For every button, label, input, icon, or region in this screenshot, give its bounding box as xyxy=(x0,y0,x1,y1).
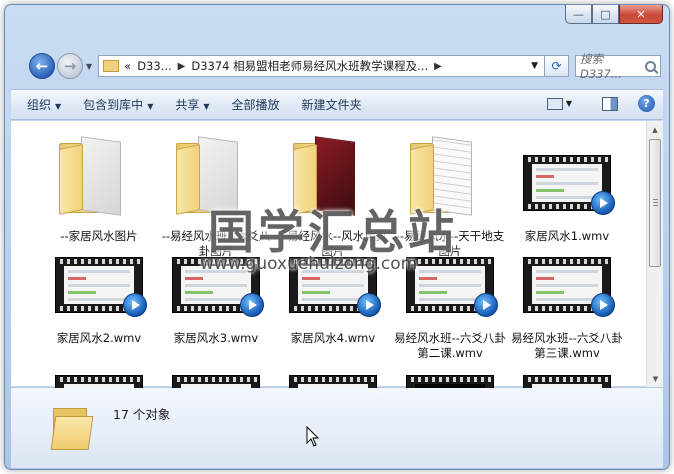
refresh-icon: ⟳ xyxy=(551,59,562,73)
item-label: 家居风水4.wmv xyxy=(290,331,376,345)
media-player-icon xyxy=(240,293,264,317)
search-icon[interactable] xyxy=(645,60,656,72)
close-button[interactable]: ✕ xyxy=(619,5,663,24)
video-file-item[interactable]: 家居风水2.wmv xyxy=(41,231,157,346)
back-arrow-icon: ← xyxy=(35,57,49,75)
watermark-url: www.guoxuehuizong.com xyxy=(200,254,418,274)
share-menu[interactable]: 共享 ▼ xyxy=(175,96,209,113)
scroll-up-button[interactable]: ▲ xyxy=(647,121,663,138)
vertical-scrollbar[interactable]: ▲ ▼ xyxy=(646,121,663,387)
media-player-icon xyxy=(123,293,147,317)
chevron-down-icon[interactable]: ▼ xyxy=(566,99,572,108)
forward-button[interactable]: → xyxy=(57,53,83,79)
organize-menu[interactable]: 组织 ▼ xyxy=(27,96,61,113)
chevron-right-icon[interactable]: ▶ xyxy=(178,61,186,72)
command-toolbar: 组织 ▼ 包含到库中 ▼ 共享 ▼ 全部播放 新建文件夹 ▼ ? xyxy=(11,89,663,120)
recent-pages-dropdown[interactable]: ▼ xyxy=(86,62,92,71)
forward-arrow-icon: → xyxy=(63,57,77,75)
chevron-down-icon: ▼ xyxy=(55,102,62,111)
media-player-icon xyxy=(591,191,615,215)
help-icon[interactable]: ? xyxy=(638,95,655,112)
address-bar[interactable]: « D33... ▶ D3374 相易盟相老师易经风水班教学课程及... ▶ ▼ xyxy=(98,55,545,77)
refresh-button[interactable]: ⟳ xyxy=(545,55,569,77)
item-label: 家居风水3.wmv xyxy=(173,331,259,345)
preview-pane-icon[interactable] xyxy=(602,96,618,111)
scroll-thumb[interactable] xyxy=(649,139,661,267)
search-input[interactable]: 搜索 D337... xyxy=(575,52,661,81)
video-file-item[interactable]: 家居风水1.wmv xyxy=(509,129,625,244)
minimize-button[interactable]: — xyxy=(565,5,592,24)
folder-icon xyxy=(51,129,147,225)
item-count: 17 个对象 xyxy=(113,407,171,422)
details-pane: 17 个对象 xyxy=(11,388,663,468)
media-player-icon xyxy=(357,293,381,317)
play-all-button[interactable]: 全部播放 xyxy=(232,96,280,113)
back-button[interactable]: ← xyxy=(29,53,55,79)
video-file-item[interactable]: 易经风水班--六爻八卦第三课.wmv xyxy=(509,231,625,361)
chevron-down-icon: ▼ xyxy=(147,102,154,111)
view-options-icon[interactable] xyxy=(546,97,563,110)
scroll-down-button[interactable]: ▼ xyxy=(647,370,664,387)
maximize-button[interactable]: □ xyxy=(592,5,619,24)
video-thumbnail xyxy=(51,231,147,327)
include-library-menu[interactable]: 包含到库中 ▼ xyxy=(83,96,153,113)
media-player-icon xyxy=(474,293,498,317)
search-placeholder: 搜索 D337... xyxy=(580,52,622,81)
folder-item[interactable]: --家居风水图片 xyxy=(41,129,157,244)
folder-icon xyxy=(50,404,94,450)
window-controls: — □ ✕ xyxy=(565,5,663,24)
address-overflow[interactable]: « xyxy=(124,59,131,73)
video-thumbnail xyxy=(519,129,615,225)
chevron-down-icon: ▼ xyxy=(203,102,210,111)
video-thumbnail xyxy=(519,231,615,327)
navigation-row: ← → ▼ « D33... ▶ D3374 相易盟相老师易经风水班教学课程及.… xyxy=(29,51,661,81)
breadcrumb-segment[interactable]: D33... xyxy=(137,59,171,73)
folder-icon xyxy=(103,60,120,72)
item-label: 家居风水2.wmv xyxy=(56,331,142,345)
new-folder-button[interactable]: 新建文件夹 xyxy=(302,96,362,113)
item-label: 易经风水班--六爻八卦第三课.wmv xyxy=(511,331,623,360)
chevron-right-icon[interactable]: ▶ xyxy=(434,61,442,72)
address-dropdown-icon[interactable]: ▼ xyxy=(531,61,538,71)
item-label: 易经风水班--六爻八卦第二课.wmv xyxy=(394,331,506,360)
media-player-icon xyxy=(591,293,615,317)
watermark-title: 国学汇总站 xyxy=(208,205,458,259)
breadcrumb-current[interactable]: D3374 相易盟相老师易经风水班教学课程及... xyxy=(191,58,428,74)
